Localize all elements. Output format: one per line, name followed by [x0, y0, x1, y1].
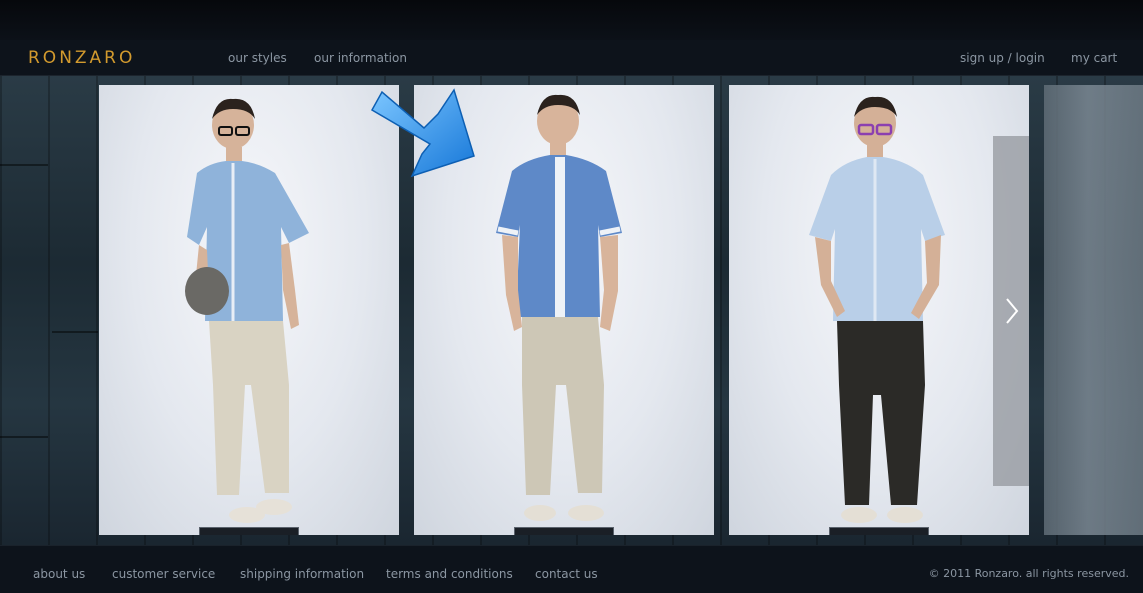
- logo-wordmark: RONZARO: [28, 48, 135, 68]
- ronzaro-logo[interactable]: RONZARO: [28, 42, 170, 72]
- nav-my-cart[interactable]: my cart: [1071, 51, 1117, 65]
- copyright-text: © 2011 Ronzaro. all rights reserved.: [928, 567, 1129, 580]
- footer-about-us[interactable]: about us: [33, 567, 85, 581]
- gallery-next-button[interactable]: [993, 136, 1029, 486]
- wood-seam: [52, 331, 98, 333]
- model-photo-3: [809, 96, 945, 523]
- product-card-next-preview[interactable]: [1044, 85, 1143, 535]
- top-strip: [0, 0, 1143, 40]
- product-gallery: [0, 76, 1143, 545]
- card-tab[interactable]: [199, 527, 299, 535]
- svg-text:RONZARO: RONZARO: [28, 48, 135, 68]
- wood-seam: [0, 436, 48, 438]
- product-card-1[interactable]: [99, 85, 399, 535]
- footer-terms-and-conditions[interactable]: terms and conditions: [386, 567, 513, 581]
- product-card-3[interactable]: [729, 85, 1029, 535]
- wood-seam: [0, 164, 48, 166]
- card-tab[interactable]: [514, 527, 614, 535]
- chevron-right-icon: [1006, 298, 1019, 324]
- footer-shipping-information[interactable]: shipping information: [240, 567, 364, 581]
- footer-contact-us[interactable]: contact us: [535, 567, 598, 581]
- site-footer: about us customer service shipping infor…: [0, 545, 1143, 593]
- nav-our-styles[interactable]: our styles: [228, 51, 287, 65]
- nav-our-information[interactable]: our information: [314, 51, 407, 65]
- nav-sign-up-login[interactable]: sign up / login: [960, 51, 1045, 65]
- model-photo-1: [185, 98, 309, 523]
- card-tab[interactable]: [829, 527, 929, 535]
- site-header: RONZARO our styles our information sign …: [0, 40, 1143, 76]
- blue-arrow-icon: [370, 88, 475, 178]
- footer-customer-service[interactable]: customer service: [112, 567, 215, 581]
